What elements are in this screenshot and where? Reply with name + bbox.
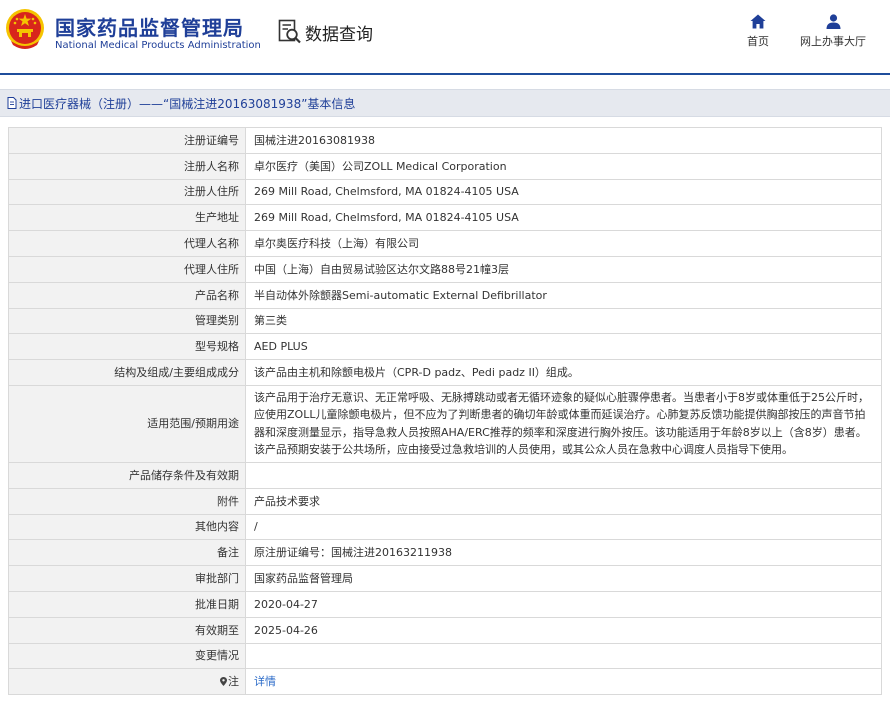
table-row: 注册证编号 国械注进20163081938 <box>8 127 882 154</box>
table-row: 结构及组成/主要组成成分 该产品由主机和除颤电极片（CPR-D padz、Pedi… <box>8 359 882 386</box>
field-value: 卓尔奥医疗科技（上海）有限公司 <box>245 230 882 257</box>
field-label: 产品储存条件及有效期 <box>8 461 246 489</box>
field-label: 代理人名称 <box>8 230 246 257</box>
table-row: 注册人名称 卓尔医疗（美国）公司ZOLL Medical Corporation <box>8 152 882 180</box>
field-value: 该产品用于治疗无意识、无正常呼吸、无脉搏跳动或者无循环迹象的疑似心脏骤停患者。当… <box>245 384 882 463</box>
field-label: 附件 <box>8 487 246 515</box>
field-value: AED PLUS <box>245 333 882 361</box>
user-icon <box>826 14 840 29</box>
field-value: 国家药品监督管理局 <box>245 565 882 592</box>
field-value: 中国（上海）自由贸易试验区达尔文路88号21幢3层 <box>245 255 882 283</box>
field-value: 269 Mill Road, Chelmsford, MA 01824-4105… <box>245 178 882 206</box>
table-row: 注 详情 <box>8 668 882 696</box>
header-divider <box>0 73 890 75</box>
details-link[interactable]: 详情 <box>254 675 276 688</box>
table-row: 审批部门 国家药品监督管理局 <box>8 565 882 592</box>
field-label: 注册证编号 <box>8 127 246 154</box>
field-label: 注册人名称 <box>8 152 246 180</box>
field-label: 注册人住所 <box>8 178 246 206</box>
table-row: 产品储存条件及有效期 <box>8 461 882 489</box>
field-label: 批准日期 <box>8 590 246 618</box>
field-label: 审批部门 <box>8 565 246 592</box>
field-label: 代理人住所 <box>8 255 246 283</box>
table-row: 注册人住所 269 Mill Road, Chelmsford, MA 01824… <box>8 178 882 206</box>
field-label: 管理类别 <box>8 307 246 335</box>
field-label: 其他内容 <box>8 513 246 541</box>
national-emblem-icon <box>6 9 44 49</box>
table-row: 代理人住所 中国（上海）自由贸易试验区达尔文路88号21幢3层 <box>8 255 882 283</box>
field-value: 国械注进20163081938 <box>245 127 882 154</box>
field-label: 型号规格 <box>8 333 246 361</box>
field-value: 2025-04-26 <box>245 616 882 644</box>
breadcrumb-text: 进口医疗器械（注册）——“国械注进20163081938”基本信息 <box>19 96 356 111</box>
field-value: 产品技术要求 <box>245 487 882 515</box>
field-value <box>245 642 882 670</box>
field-value: 卓尔医疗（美国）公司ZOLL Medical Corporation <box>245 152 882 180</box>
field-value: 半自动体外除颤器Semi-automatic External Defibril… <box>245 281 882 309</box>
field-label: 有效期至 <box>8 616 246 644</box>
nav-home-label: 首页 <box>747 35 769 48</box>
document-search-icon <box>278 19 301 44</box>
org-name-cn: 国家药品监督管理局 <box>55 16 244 40</box>
table-row: 产品名称 半自动体外除颤器Semi-automatic External Defi… <box>8 281 882 309</box>
site-header: 国家药品监督管理局 National Medical Products Admi… <box>0 0 890 75</box>
document-icon <box>7 97 17 109</box>
field-label: 注 <box>8 668 246 696</box>
table-row: 管理类别 第三类 <box>8 307 882 335</box>
table-row: 变更情况 <box>8 642 882 670</box>
field-value: 2020-04-27 <box>245 590 882 618</box>
table-row: 型号规格 AED PLUS <box>8 333 882 361</box>
nav-online-service-label: 网上办事大厅 <box>800 35 866 48</box>
table-row: 批准日期 2020-04-27 <box>8 590 882 618</box>
org-name-en: National Medical Products Administration <box>55 40 261 51</box>
registration-info-table: 注册证编号 国械注进20163081938 注册人名称 卓尔医疗（美国）公司ZOLL… <box>8 127 882 696</box>
field-label: 适用范围/预期用途 <box>8 384 246 463</box>
field-value: 第三类 <box>245 307 882 335</box>
table-row: 其他内容 / <box>8 513 882 541</box>
field-label: 产品名称 <box>8 281 246 309</box>
data-query-label: 数据查询 <box>305 24 373 45</box>
field-value: 详情 <box>245 668 882 696</box>
note-label: 注 <box>228 675 239 689</box>
field-value <box>245 461 882 489</box>
data-query-link[interactable]: 数据查询 <box>278 18 373 46</box>
field-label: 生产地址 <box>8 204 246 232</box>
table-row: 生产地址 269 Mill Road, Chelmsford, MA 01824-… <box>8 204 882 232</box>
home-icon <box>750 14 766 29</box>
field-value: 该产品由主机和除颤电极片（CPR-D padz、Pedi padz II）组成。 <box>245 359 882 386</box>
breadcrumb: 进口医疗器械（注册）——“国械注进20163081938”基本信息 <box>0 89 890 117</box>
field-value: 269 Mill Road, Chelmsford, MA 01824-4105… <box>245 204 882 232</box>
table-row: 有效期至 2025-04-26 <box>8 616 882 644</box>
pin-icon <box>220 677 227 687</box>
table-row: 代理人名称 卓尔奥医疗科技（上海）有限公司 <box>8 230 882 257</box>
nav-home-link[interactable]: 首页 <box>745 14 771 49</box>
nav-online-service-link[interactable]: 网上办事大厅 <box>800 14 866 49</box>
table-row: 附件 产品技术要求 <box>8 487 882 515</box>
table-row: 适用范围/预期用途 该产品用于治疗无意识、无正常呼吸、无脉搏跳动或者无循环迹象的疑… <box>8 384 882 463</box>
field-label: 变更情况 <box>8 642 246 670</box>
field-value: / <box>245 513 882 541</box>
table-row: 备注 原注册证编号：国械注进20163211938 <box>8 539 882 567</box>
field-label: 结构及组成/主要组成成分 <box>8 359 246 386</box>
field-value: 原注册证编号：国械注进20163211938 <box>245 539 882 567</box>
field-label: 备注 <box>8 539 246 567</box>
